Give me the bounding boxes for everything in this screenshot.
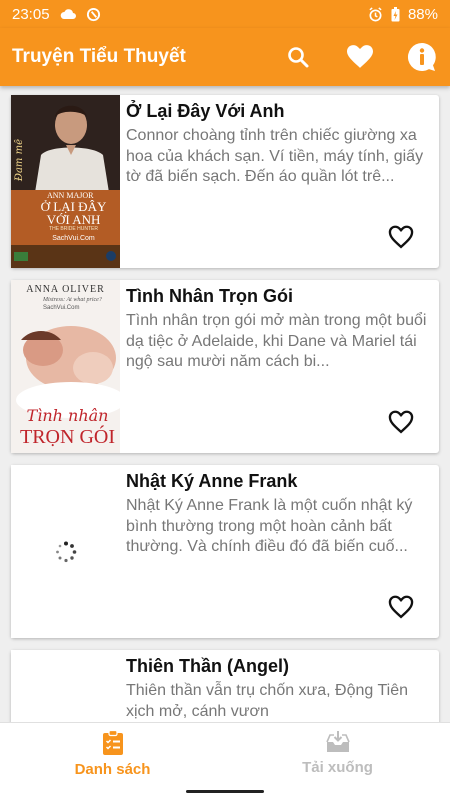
clipboard-list-icon bbox=[102, 730, 123, 755]
heart-outline-icon bbox=[388, 595, 414, 619]
favorite-button[interactable] bbox=[387, 594, 415, 620]
nav-label-list: Danh sách bbox=[74, 761, 151, 778]
battery-charging-icon bbox=[391, 6, 400, 22]
loading-spinner-icon bbox=[56, 541, 77, 563]
cover-illustration-man bbox=[11, 95, 120, 268]
heart-outline-icon bbox=[388, 225, 414, 249]
nav-item-downloads[interactable]: Tải xuống bbox=[225, 723, 450, 800]
book-description: Thiên thần vẫn trụ chốn xưa, Động Tiên x… bbox=[126, 682, 408, 720]
book-cover bbox=[11, 465, 120, 638]
bottom-navigation: Danh sách Tải xuống bbox=[0, 722, 450, 800]
home-indicator[interactable] bbox=[186, 790, 264, 793]
book-description: Connor choàng tỉnh trên chiếc giường xa … bbox=[126, 127, 424, 185]
cover-site: SachVui.Com bbox=[52, 235, 95, 242]
cover-author: ANNA OLIVER bbox=[26, 284, 105, 295]
cover-genre: Đam mê bbox=[14, 139, 25, 182]
book-card[interactable]: Nhật Ký Anne Frank Nhật Ký Anne Frank là… bbox=[11, 465, 439, 638]
book-title: Nhật Ký Anne Frank bbox=[126, 471, 298, 491]
cover-site: SachVui.Com bbox=[43, 305, 80, 311]
app-title: Truyện Tiểu Thuyết bbox=[12, 46, 186, 67]
cloud-icon bbox=[60, 8, 76, 20]
search-icon bbox=[288, 47, 309, 68]
info-button[interactable] bbox=[406, 41, 438, 73]
book-cover: Đam mê ANN MAJOR Ở LẠI ĐÂY VỚI ANH THE B… bbox=[11, 95, 120, 268]
nav-label-downloads: Tải xuống bbox=[302, 759, 373, 776]
sync-icon bbox=[86, 7, 101, 22]
book-title: Ở Lại Đây Với Anh bbox=[126, 101, 285, 121]
search-button[interactable] bbox=[282, 41, 314, 73]
book-cover bbox=[11, 650, 120, 722]
book-card[interactable]: Đam mê ANN MAJOR Ở LẠI ĐÂY VỚI ANH THE B… bbox=[11, 95, 439, 268]
cover-tagline: Mistress: At what price? bbox=[43, 297, 102, 303]
info-icon bbox=[407, 42, 436, 71]
favorite-button[interactable] bbox=[387, 224, 415, 250]
cover-series: THE BRIDE HUNTER bbox=[49, 226, 98, 232]
cover-title-line-2: TRỌN GÓI bbox=[20, 426, 115, 448]
book-card[interactable]: Thiên Thần (Angel) Thiên thần vẫn trụ ch… bbox=[11, 650, 439, 722]
favorites-button[interactable] bbox=[344, 41, 376, 73]
alarm-icon bbox=[368, 6, 383, 22]
book-description: Nhật Ký Anne Frank là một cuốn nhật ký b… bbox=[126, 497, 413, 555]
book-title: Thiên Thần (Angel) bbox=[126, 656, 289, 676]
heart-outline-icon bbox=[388, 410, 414, 434]
book-cover: ANNA OLIVER Mistress: At what price? Sac… bbox=[11, 280, 120, 453]
app-bar: Truyện Tiểu Thuyết bbox=[0, 28, 450, 86]
cover-title-line-1: Tình nhân bbox=[26, 406, 109, 425]
book-card[interactable]: ANNA OLIVER Mistress: At what price? Sac… bbox=[11, 280, 439, 453]
nav-item-list[interactable]: Danh sách bbox=[0, 723, 225, 800]
battery-percentage: 88% bbox=[407, 5, 438, 23]
heart-icon bbox=[347, 45, 373, 68]
download-tray-icon bbox=[325, 731, 350, 752]
book-title: Tình Nhân Trọn Gói bbox=[126, 286, 293, 306]
status-bar: 23:05 88% bbox=[0, 0, 450, 28]
book-list[interactable]: Đam mê ANN MAJOR Ở LẠI ĐÂY VỚI ANH THE B… bbox=[0, 86, 450, 722]
status-time: 23:05 bbox=[12, 5, 50, 23]
book-description: Tình nhân trọn gói mở màn trong một buổi… bbox=[126, 312, 427, 370]
favorite-button[interactable] bbox=[387, 409, 415, 435]
